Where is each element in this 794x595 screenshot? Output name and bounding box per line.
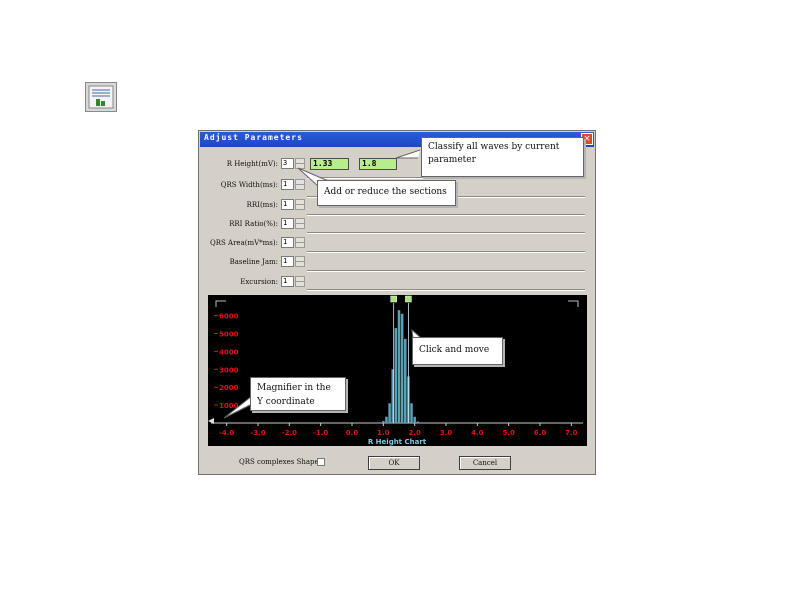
excursion-track	[307, 289, 585, 290]
sections-callout: Add or reduce the sections	[317, 180, 456, 206]
baseline-jam-input[interactable]: 1	[281, 256, 294, 267]
range-high-box[interactable]: 1.8	[359, 158, 397, 170]
qrs-width-input[interactable]: 1	[281, 179, 294, 190]
rri-ratio-input[interactable]: 1	[281, 218, 294, 229]
x-tick-label: 2.0	[408, 429, 421, 437]
baseline-jam-label: Baseline Jam:	[229, 258, 278, 266]
x-tick-label: 4.0	[471, 429, 484, 437]
histogram-bar	[378, 422, 382, 423]
qrs-area-track	[307, 251, 585, 252]
range-marker-handle[interactable]	[405, 295, 412, 303]
y-tick-label: 6000	[219, 313, 239, 321]
r-height-chart[interactable]: 1000 2000 3000 4000 5000 6000 -4.0 -3.0 -2.0 -1.0…	[208, 295, 587, 446]
y-tick-label: 3000	[219, 366, 239, 374]
rri-ratio-label: RRI Ratio(%):	[229, 220, 278, 228]
r-height-track	[307, 177, 585, 178]
x-tick-label: 3.0	[440, 429, 453, 437]
cancel-button[interactable]: Cancel	[459, 456, 511, 470]
histogram-bar	[404, 338, 407, 423]
qrs-area-label: QRS Area(mV*ms):	[210, 239, 278, 247]
x-tick-label: -3.0	[250, 429, 265, 437]
y-tick-label: 1000	[219, 402, 239, 410]
excursion-stepper[interactable]	[295, 276, 305, 287]
rri-ratio-stepper[interactable]	[295, 218, 305, 229]
histogram-bar	[388, 403, 391, 423]
histogram-bar	[397, 310, 401, 423]
qrs-area-input[interactable]: 1	[281, 237, 294, 248]
chart-title: R Height Chart	[368, 438, 427, 446]
rri-track	[307, 214, 585, 215]
qrs-shape-label: QRS complexes Shape:	[239, 458, 322, 466]
histogram-bar	[400, 313, 404, 423]
y-tick-label: 2000	[219, 384, 239, 392]
dialog-title: Adjust Parameters	[204, 133, 303, 142]
magnifier-callout: Magnifier in the Y coordinate	[250, 377, 346, 411]
x-tick-label: -4.0	[219, 429, 234, 437]
classify-callout: Classify all waves by current parameter	[421, 137, 584, 177]
r-height-chart-svg[interactable]: 1000 2000 3000 4000 5000 6000 -4.0 -3.0 -2.0 -1.0…	[208, 295, 587, 446]
rri-input[interactable]: 1	[281, 199, 294, 210]
r-height-label: R Height(mV):	[226, 160, 278, 168]
excursion-label: Excursion:	[240, 278, 278, 286]
histogram-bar	[413, 416, 416, 423]
r-height-stepper[interactable]	[295, 158, 305, 169]
ok-button[interactable]: OK	[368, 456, 420, 470]
histogram-bar	[382, 420, 385, 423]
r-height-input[interactable]: 3	[281, 158, 294, 169]
x-tick-label: -2.0	[282, 429, 297, 437]
baseline-jam-track	[307, 270, 585, 271]
adjust-parameters-icon[interactable]	[85, 82, 117, 112]
histogram-bar	[385, 416, 388, 423]
x-tick-label: 7.0	[565, 429, 578, 437]
click-move-callout: Click and move	[412, 337, 503, 365]
rri-label: RRI(ms):	[246, 201, 278, 209]
histogram-bar	[410, 403, 413, 423]
histogram-bar	[394, 328, 398, 423]
excursion-input[interactable]: 1	[281, 276, 294, 287]
qrs-width-label: QRS Width(ms):	[220, 181, 278, 189]
x-tick-label: 1.0	[377, 429, 390, 437]
rri-stepper[interactable]	[295, 199, 305, 210]
range-low-box[interactable]: 1.33	[310, 158, 349, 170]
x-tick-label: 0.0	[346, 429, 359, 437]
qrs-area-stepper[interactable]	[295, 237, 305, 248]
chart-frame-corner	[568, 300, 579, 307]
y-tick-label: 4000	[219, 348, 239, 356]
x-tick-label: -1.0	[313, 429, 328, 437]
rri-ratio-track	[307, 232, 585, 233]
histogram-bar	[416, 421, 420, 423]
x-tick-label: 6.0	[534, 429, 547, 437]
range-marker-handle[interactable]	[390, 295, 397, 303]
x-tick-label: 5.0	[502, 429, 515, 437]
chart-frame-corner	[215, 300, 226, 307]
baseline-jam-stepper[interactable]	[295, 256, 305, 267]
qrs-shape-checkbox[interactable]	[317, 458, 325, 466]
qrs-width-stepper[interactable]	[295, 179, 305, 190]
y-tick-label: 5000	[219, 330, 239, 338]
